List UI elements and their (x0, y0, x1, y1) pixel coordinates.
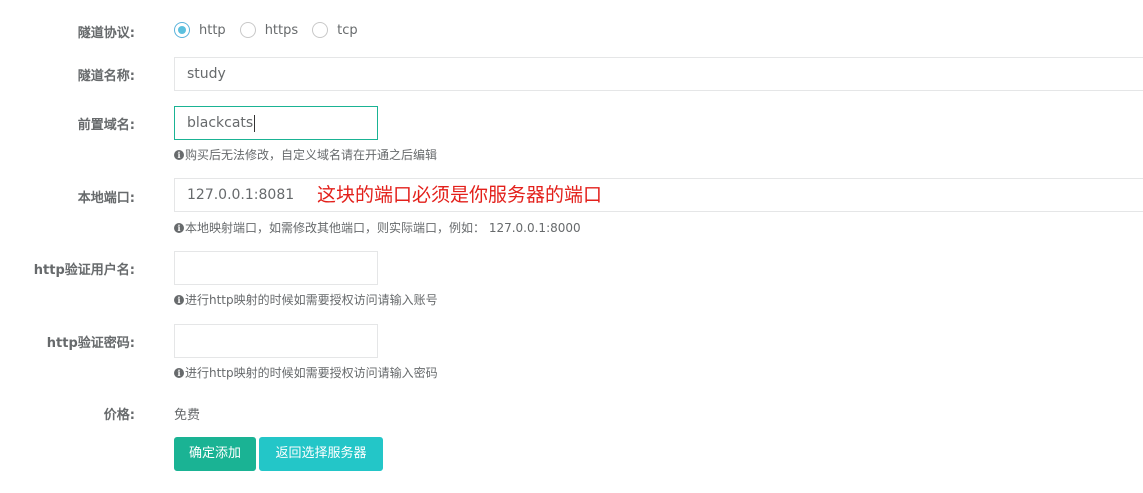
info-circle-icon: i (174, 367, 184, 378)
http-user-input[interactable] (174, 251, 378, 285)
local-port-help: i 本地映射端口，如需修改其他端口，则实际端口，例如： 127.0.0.1:80… (174, 219, 581, 236)
price-value: 免费 (174, 408, 201, 423)
info-circle-icon: i (174, 222, 184, 233)
info-circle-icon: i (174, 149, 184, 160)
local-port-label: 本地端口: (77, 191, 135, 206)
text-caret (254, 114, 256, 132)
radio-http[interactable]: http (174, 22, 226, 38)
radio-https-label: https (264, 22, 299, 38)
radio-tcp-label: tcp (337, 22, 358, 38)
prefix-domain-value: blackcats (187, 115, 254, 131)
http-user-label: http验证用户名: (33, 263, 135, 278)
http-password-label: http验证密码: (46, 336, 135, 351)
prefix-domain-input[interactable]: blackcats (174, 106, 378, 140)
http-user-help-text: 进行http映射的时候如需要授权访问请输入账号 (185, 293, 438, 307)
http-password-help-text: 进行http映射的时候如需要授权访问请输入密码 (185, 366, 438, 380)
red-annotation-text: 这块的端口必须是你服务器的端口 (317, 184, 603, 206)
radio-https[interactable]: https (239, 22, 299, 38)
radio-tcp[interactable]: tcp (312, 22, 358, 38)
info-circle-icon: i (174, 294, 184, 305)
prefix-domain-help: i 购买后无法修改，自定义域名请在开通之后编辑 (174, 146, 437, 163)
http-user-help: i 进行http映射的时候如需要授权访问请输入账号 (174, 291, 438, 308)
radio-http-label: http (199, 22, 226, 38)
radio-https-circle[interactable] (239, 22, 256, 38)
prefix-domain-label: 前置域名: (77, 118, 135, 133)
http-password-input[interactable] (174, 324, 378, 358)
radio-http-circle[interactable] (174, 22, 190, 38)
back-to-server-select-button[interactable]: 返回选择服务器 (259, 437, 383, 471)
prefix-domain-help-text: 购买后无法修改，自定义域名请在开通之后编辑 (185, 148, 438, 162)
tunnel-name-label: 隧道名称: (77, 69, 135, 84)
local-port-value: 127.0.0.1:8081 (187, 187, 295, 203)
local-port-help-text: 本地映射端口，如需修改其他端口，则实际端口，例如： 127.0.0.1:8000 (185, 221, 581, 235)
http-password-help: i 进行http映射的时候如需要授权访问请输入密码 (174, 364, 438, 381)
confirm-add-button[interactable]: 确定添加 (174, 437, 256, 471)
protocol-label: 隧道协议: (77, 26, 135, 41)
protocol-radio-group: http https tcp (174, 22, 372, 38)
tunnel-name-input[interactable]: study (174, 57, 1143, 91)
price-label: 价格: (103, 408, 135, 423)
tunnel-name-value: study (187, 66, 226, 82)
radio-tcp-circle[interactable] (312, 22, 329, 38)
